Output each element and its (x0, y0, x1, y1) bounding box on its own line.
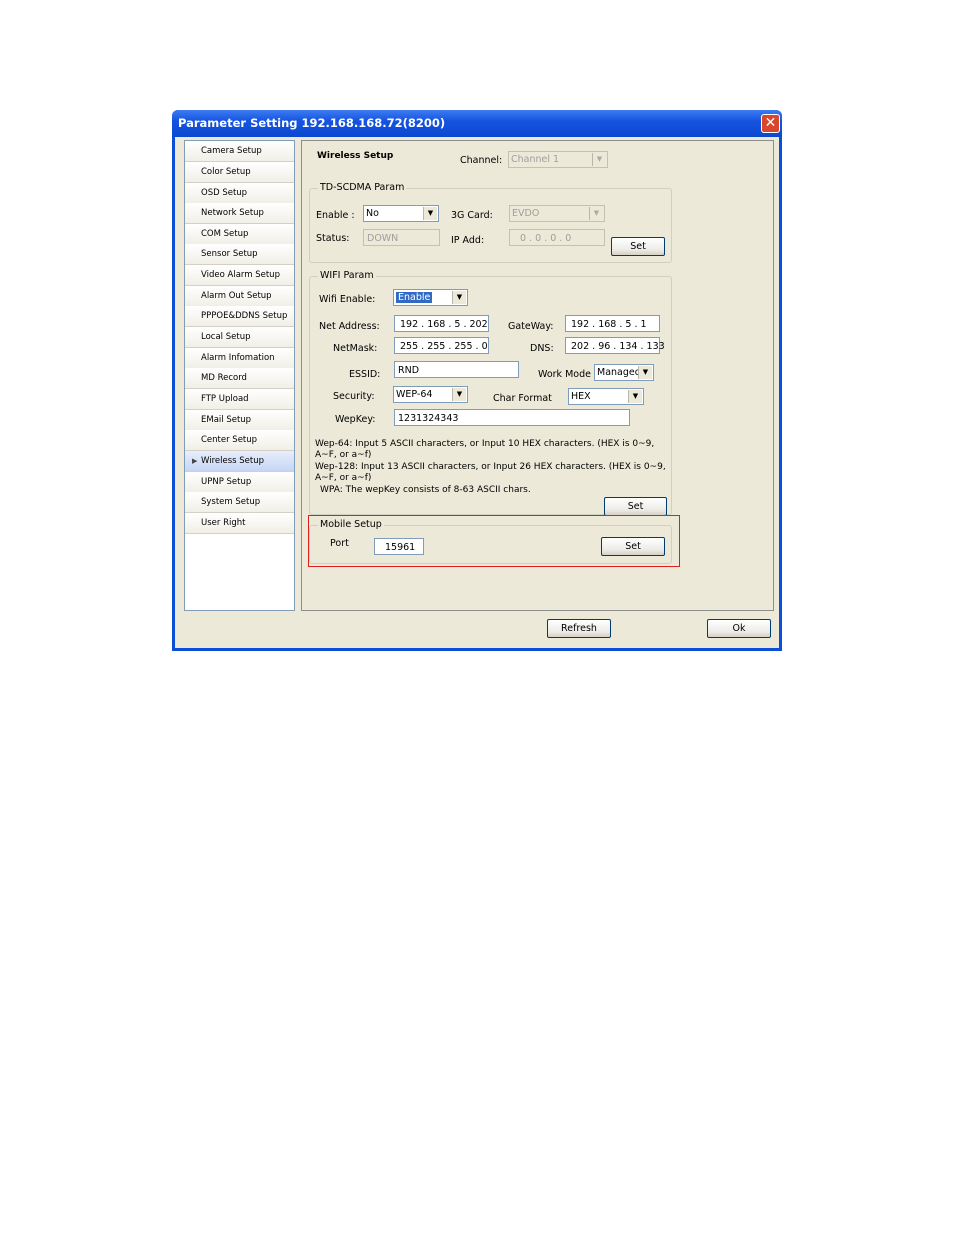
chevron-down-icon: ▼ (452, 291, 466, 304)
chevron-down-icon: ▼ (628, 390, 642, 403)
work-mode-label: Work Mode (538, 369, 591, 380)
card-select[interactable]: EVDO ▼ (509, 205, 605, 222)
essid-label: ESSID: (349, 369, 381, 380)
wifi-set-button[interactable]: Set (604, 497, 667, 516)
wifi-enable-select[interactable]: Enable ▼ (393, 289, 468, 306)
status-field: DOWN (363, 229, 440, 246)
ip-label: IP Add: (451, 235, 485, 246)
window-title: Parameter Setting 192.168.168.72(8200) (178, 116, 446, 130)
tdscdma-set-button[interactable]: Set (611, 237, 665, 256)
sidebar-item-pppoe-ddns-setup[interactable]: PPPOE&DDNS Setup (185, 306, 294, 327)
dns-field[interactable]: 202 . 96 . 134 . 133 (565, 337, 665, 354)
wpa-note: WPA: The wepKey consists of 8-63 ASCII c… (320, 485, 531, 495)
netmask-label: NetMask: (333, 343, 378, 354)
work-mode-select[interactable]: Managed ▼ (594, 364, 654, 381)
title-bar[interactable]: Parameter Setting 192.168.168.72(8200) ✕ (172, 110, 782, 137)
sidebar-item-alarm-out-setup[interactable]: Alarm Out Setup (185, 286, 294, 307)
gateway-label: GateWay: (508, 321, 554, 332)
wepkey-label: WepKey: (335, 414, 376, 425)
wifi-legend: WIFI Param (318, 270, 376, 281)
selected-arrow-icon: ▶ (192, 457, 198, 465)
wep128-note: Wep-128: Input 13 ASCII characters, or I… (315, 462, 666, 483)
security-label: Security: (333, 391, 375, 402)
dialog-client-area: Camera Setup Color Setup OSD Setup Netwo… (175, 137, 779, 648)
essid-field[interactable]: RND (394, 361, 519, 378)
gateway-field[interactable]: 192 . 168 . 5 . 1 (565, 315, 660, 332)
tdscdma-enable-label: Enable : (316, 210, 355, 221)
channel-select[interactable]: Channel 1 ▼ (508, 151, 608, 168)
chevron-down-icon: ▼ (592, 153, 606, 166)
ip-field[interactable]: 0 . 0 . 0 . 0 (509, 229, 605, 246)
card-label: 3G Card: (451, 210, 493, 221)
security-select[interactable]: WEP-64 ▼ (393, 386, 468, 403)
sidebar-item-user-right[interactable]: User Right (185, 513, 294, 534)
tdscdma-legend: TD-SCDMA Param (318, 182, 407, 193)
chevron-down-icon: ▼ (423, 207, 437, 220)
sidebar-item-network-setup[interactable]: Network Setup (185, 203, 294, 224)
tdscdma-enable-select[interactable]: No ▼ (363, 205, 439, 222)
sidebar-item-camera-setup[interactable]: Camera Setup (185, 141, 294, 162)
sidebar-item-email-setup[interactable]: EMail Setup (185, 410, 294, 431)
chevron-down-icon: ▼ (452, 388, 466, 401)
sidebar-item-local-setup[interactable]: Local Setup (185, 327, 294, 348)
chevron-down-icon: ▼ (638, 366, 652, 379)
setup-sidebar: Camera Setup Color Setup OSD Setup Netwo… (184, 140, 295, 611)
net-address-field[interactable]: 192 . 168 . 5 . 202 (394, 315, 489, 332)
sidebar-item-system-setup[interactable]: System Setup (185, 492, 294, 513)
sidebar-item-center-setup[interactable]: Center Setup (185, 430, 294, 451)
sidebar-item-md-record[interactable]: MD Record (185, 368, 294, 389)
channel-label: Channel: (460, 155, 503, 166)
sidebar-item-ftp-upload[interactable]: FTP Upload (185, 389, 294, 410)
netmask-field[interactable]: 255 . 255 . 255 . 0 (394, 337, 489, 354)
wifi-enable-label: Wifi Enable: (319, 294, 376, 305)
wifi-group: WIFI Param Wifi Enable: Enable ▼ Net Add… (309, 270, 672, 516)
wepkey-field[interactable]: 1231324343 (394, 409, 630, 426)
panel-header: Wireless Setup (317, 151, 394, 161)
chevron-down-icon: ▼ (589, 207, 603, 220)
close-icon[interactable]: ✕ (761, 114, 780, 133)
sidebar-item-color-setup[interactable]: Color Setup (185, 162, 294, 183)
sidebar-item-wireless-setup[interactable]: ▶ Wireless Setup (185, 451, 294, 472)
status-label: Status: (316, 233, 350, 244)
sidebar-item-osd-setup[interactable]: OSD Setup (185, 183, 294, 204)
refresh-button[interactable]: Refresh (547, 619, 611, 638)
sidebar-item-sensor-setup[interactable]: Sensor Setup (185, 244, 294, 265)
mobile-setup-highlight-box (308, 515, 680, 567)
net-address-label: Net Address: (319, 321, 380, 332)
char-format-label: Char Format (493, 393, 552, 404)
sidebar-item-com-setup[interactable]: COM Setup (185, 224, 294, 245)
wep64-note: Wep-64: Input 5 ASCII characters, or Inp… (315, 439, 655, 460)
sidebar-item-video-alarm-setup[interactable]: Video Alarm Setup (185, 265, 294, 286)
char-format-select[interactable]: HEX ▼ (568, 388, 644, 405)
ok-button[interactable]: Ok (707, 619, 771, 638)
parameter-setting-window: Parameter Setting 192.168.168.72(8200) ✕… (172, 110, 782, 651)
dns-label: DNS: (530, 343, 554, 354)
sidebar-item-alarm-infomation[interactable]: Alarm Infomation (185, 348, 294, 369)
tdscdma-group: TD-SCDMA Param Enable : No ▼ 3G Card: EV… (309, 182, 672, 263)
sidebar-item-upnp-setup[interactable]: UPNP Setup (185, 472, 294, 493)
